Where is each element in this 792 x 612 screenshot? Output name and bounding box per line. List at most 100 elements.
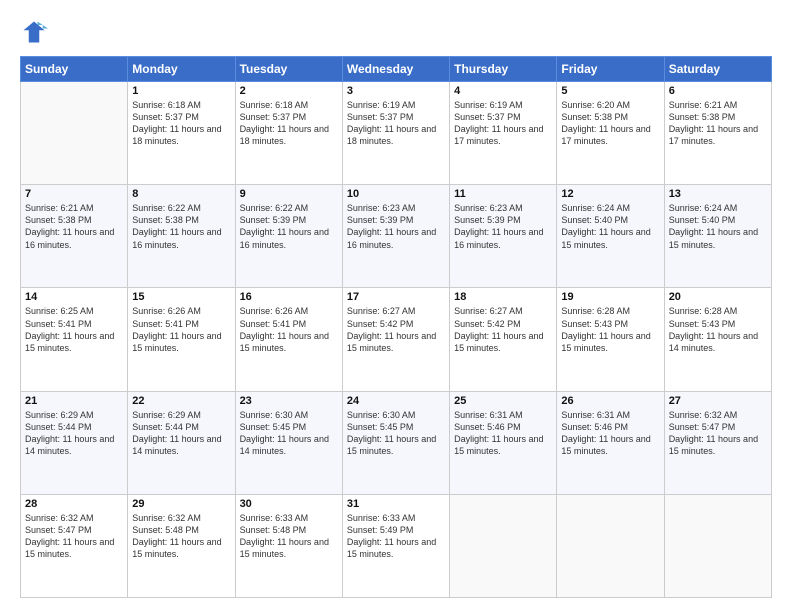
weekday-header-monday: Monday: [128, 57, 235, 82]
day-number: 5: [561, 85, 659, 97]
day-info: Sunrise: 6:23 AMSunset: 5:39 PMDaylight:…: [347, 202, 445, 251]
calendar-cell: 14 Sunrise: 6:25 AMSunset: 5:41 PMDaylig…: [21, 288, 128, 391]
day-info: Sunrise: 6:27 AMSunset: 5:42 PMDaylight:…: [347, 305, 445, 354]
calendar-cell: 22 Sunrise: 6:29 AMSunset: 5:44 PMDaylig…: [128, 391, 235, 494]
calendar-cell: 18 Sunrise: 6:27 AMSunset: 5:42 PMDaylig…: [450, 288, 557, 391]
calendar-cell: 8 Sunrise: 6:22 AMSunset: 5:38 PMDayligh…: [128, 185, 235, 288]
day-number: 13: [669, 188, 767, 200]
day-info: Sunrise: 6:28 AMSunset: 5:43 PMDaylight:…: [561, 305, 659, 354]
day-info: Sunrise: 6:30 AMSunset: 5:45 PMDaylight:…: [240, 409, 338, 458]
weekday-header-sunday: Sunday: [21, 57, 128, 82]
day-number: 12: [561, 188, 659, 200]
day-number: 24: [347, 395, 445, 407]
calendar-cell: 3 Sunrise: 6:19 AMSunset: 5:37 PMDayligh…: [342, 82, 449, 185]
calendar-table: SundayMondayTuesdayWednesdayThursdayFrid…: [20, 56, 772, 598]
calendar-cell: [664, 494, 771, 597]
day-number: 23: [240, 395, 338, 407]
calendar-cell: 9 Sunrise: 6:22 AMSunset: 5:39 PMDayligh…: [235, 185, 342, 288]
calendar-cell: 17 Sunrise: 6:27 AMSunset: 5:42 PMDaylig…: [342, 288, 449, 391]
calendar-cell: 2 Sunrise: 6:18 AMSunset: 5:37 PMDayligh…: [235, 82, 342, 185]
day-info: Sunrise: 6:18 AMSunset: 5:37 PMDaylight:…: [132, 99, 230, 148]
day-number: 1: [132, 85, 230, 97]
day-number: 29: [132, 498, 230, 510]
day-info: Sunrise: 6:32 AMSunset: 5:48 PMDaylight:…: [132, 512, 230, 561]
day-info: Sunrise: 6:32 AMSunset: 5:47 PMDaylight:…: [669, 409, 767, 458]
day-number: 26: [561, 395, 659, 407]
calendar-cell: 4 Sunrise: 6:19 AMSunset: 5:37 PMDayligh…: [450, 82, 557, 185]
day-number: 6: [669, 85, 767, 97]
day-number: 9: [240, 188, 338, 200]
day-info: Sunrise: 6:26 AMSunset: 5:41 PMDaylight:…: [240, 305, 338, 354]
calendar-cell: 5 Sunrise: 6:20 AMSunset: 5:38 PMDayligh…: [557, 82, 664, 185]
day-number: 19: [561, 291, 659, 303]
day-info: Sunrise: 6:19 AMSunset: 5:37 PMDaylight:…: [454, 99, 552, 148]
day-number: 16: [240, 291, 338, 303]
day-number: 8: [132, 188, 230, 200]
day-info: Sunrise: 6:31 AMSunset: 5:46 PMDaylight:…: [454, 409, 552, 458]
weekday-header-tuesday: Tuesday: [235, 57, 342, 82]
calendar-week-row: 7 Sunrise: 6:21 AMSunset: 5:38 PMDayligh…: [21, 185, 772, 288]
weekday-header-wednesday: Wednesday: [342, 57, 449, 82]
day-info: Sunrise: 6:22 AMSunset: 5:38 PMDaylight:…: [132, 202, 230, 251]
day-number: 14: [25, 291, 123, 303]
day-number: 17: [347, 291, 445, 303]
day-info: Sunrise: 6:33 AMSunset: 5:48 PMDaylight:…: [240, 512, 338, 561]
calendar-week-row: 28 Sunrise: 6:32 AMSunset: 5:47 PMDaylig…: [21, 494, 772, 597]
day-info: Sunrise: 6:22 AMSunset: 5:39 PMDaylight:…: [240, 202, 338, 251]
calendar-cell: 31 Sunrise: 6:33 AMSunset: 5:49 PMDaylig…: [342, 494, 449, 597]
calendar-cell: 27 Sunrise: 6:32 AMSunset: 5:47 PMDaylig…: [664, 391, 771, 494]
day-number: 22: [132, 395, 230, 407]
day-info: Sunrise: 6:26 AMSunset: 5:41 PMDaylight:…: [132, 305, 230, 354]
calendar-cell: 12 Sunrise: 6:24 AMSunset: 5:40 PMDaylig…: [557, 185, 664, 288]
calendar-cell: 19 Sunrise: 6:28 AMSunset: 5:43 PMDaylig…: [557, 288, 664, 391]
day-info: Sunrise: 6:29 AMSunset: 5:44 PMDaylight:…: [25, 409, 123, 458]
day-info: Sunrise: 6:19 AMSunset: 5:37 PMDaylight:…: [347, 99, 445, 148]
calendar-week-row: 14 Sunrise: 6:25 AMSunset: 5:41 PMDaylig…: [21, 288, 772, 391]
page: SundayMondayTuesdayWednesdayThursdayFrid…: [0, 0, 792, 612]
day-info: Sunrise: 6:24 AMSunset: 5:40 PMDaylight:…: [561, 202, 659, 251]
day-info: Sunrise: 6:18 AMSunset: 5:37 PMDaylight:…: [240, 99, 338, 148]
weekday-header-row: SundayMondayTuesdayWednesdayThursdayFrid…: [21, 57, 772, 82]
day-number: 7: [25, 188, 123, 200]
calendar-cell: 26 Sunrise: 6:31 AMSunset: 5:46 PMDaylig…: [557, 391, 664, 494]
day-info: Sunrise: 6:23 AMSunset: 5:39 PMDaylight:…: [454, 202, 552, 251]
day-number: 21: [25, 395, 123, 407]
day-info: Sunrise: 6:21 AMSunset: 5:38 PMDaylight:…: [669, 99, 767, 148]
weekday-header-friday: Friday: [557, 57, 664, 82]
day-number: 31: [347, 498, 445, 510]
day-number: 25: [454, 395, 552, 407]
day-number: 28: [25, 498, 123, 510]
calendar-cell: 11 Sunrise: 6:23 AMSunset: 5:39 PMDaylig…: [450, 185, 557, 288]
calendar-cell: 23 Sunrise: 6:30 AMSunset: 5:45 PMDaylig…: [235, 391, 342, 494]
day-info: Sunrise: 6:20 AMSunset: 5:38 PMDaylight:…: [561, 99, 659, 148]
calendar-week-row: 21 Sunrise: 6:29 AMSunset: 5:44 PMDaylig…: [21, 391, 772, 494]
day-info: Sunrise: 6:30 AMSunset: 5:45 PMDaylight:…: [347, 409, 445, 458]
header: [20, 18, 772, 46]
weekday-header-thursday: Thursday: [450, 57, 557, 82]
day-number: 4: [454, 85, 552, 97]
calendar-cell: 16 Sunrise: 6:26 AMSunset: 5:41 PMDaylig…: [235, 288, 342, 391]
day-info: Sunrise: 6:21 AMSunset: 5:38 PMDaylight:…: [25, 202, 123, 251]
calendar-cell: 25 Sunrise: 6:31 AMSunset: 5:46 PMDaylig…: [450, 391, 557, 494]
calendar-cell: [21, 82, 128, 185]
day-number: 3: [347, 85, 445, 97]
logo-icon: [20, 18, 48, 46]
calendar-cell: 29 Sunrise: 6:32 AMSunset: 5:48 PMDaylig…: [128, 494, 235, 597]
calendar-cell: 30 Sunrise: 6:33 AMSunset: 5:48 PMDaylig…: [235, 494, 342, 597]
logo: [20, 18, 52, 46]
calendar-cell: 20 Sunrise: 6:28 AMSunset: 5:43 PMDaylig…: [664, 288, 771, 391]
day-number: 10: [347, 188, 445, 200]
day-number: 18: [454, 291, 552, 303]
day-info: Sunrise: 6:32 AMSunset: 5:47 PMDaylight:…: [25, 512, 123, 561]
day-number: 2: [240, 85, 338, 97]
day-info: Sunrise: 6:27 AMSunset: 5:42 PMDaylight:…: [454, 305, 552, 354]
calendar-cell: 21 Sunrise: 6:29 AMSunset: 5:44 PMDaylig…: [21, 391, 128, 494]
day-info: Sunrise: 6:24 AMSunset: 5:40 PMDaylight:…: [669, 202, 767, 251]
calendar-cell: [557, 494, 664, 597]
calendar-week-row: 1 Sunrise: 6:18 AMSunset: 5:37 PMDayligh…: [21, 82, 772, 185]
day-number: 30: [240, 498, 338, 510]
weekday-header-saturday: Saturday: [664, 57, 771, 82]
calendar-cell: 13 Sunrise: 6:24 AMSunset: 5:40 PMDaylig…: [664, 185, 771, 288]
calendar-cell: 6 Sunrise: 6:21 AMSunset: 5:38 PMDayligh…: [664, 82, 771, 185]
calendar-cell: 15 Sunrise: 6:26 AMSunset: 5:41 PMDaylig…: [128, 288, 235, 391]
